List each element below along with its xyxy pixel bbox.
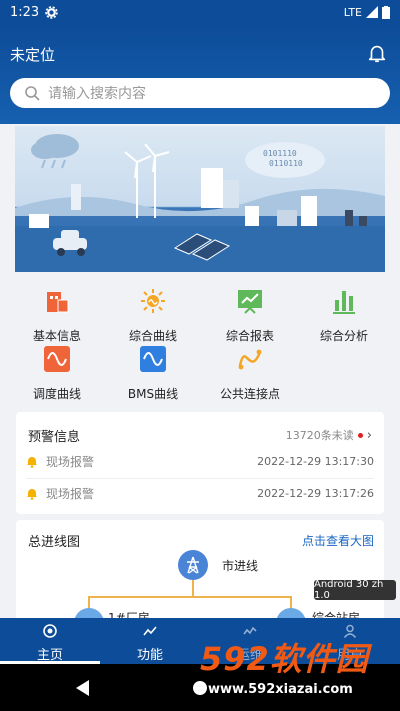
function-bms-curve[interactable]: BMS曲线 [103,346,203,401]
tab-functions[interactable]: 功能 [100,618,200,664]
rain-cloud-icon [31,134,79,169]
bell-alert-icon [27,488,37,500]
status-time: 1:23 [10,4,40,20]
alert-time: 2022-12-29 13:17:26 [257,486,374,500]
home-aperture-icon [43,624,57,638]
search-placeholder: 请输入搜索内容 [48,86,146,102]
search-input[interactable]: 请输入搜索内容 [10,78,390,108]
function-dispatch-curve[interactable]: 调度曲线 [7,346,107,401]
network-type: LTE [343,5,362,19]
function-label: 综合曲线 [128,329,177,343]
diagram-title: 总进线图 [28,535,81,550]
tab-label: 主页 [36,648,63,663]
bar-chart-icon [333,291,355,314]
function-overall-report[interactable]: 综合报表 [200,288,300,343]
connector-line [192,580,194,596]
node-label: 市进线 [222,559,259,573]
gear-icon [45,5,58,19]
alert-text: 现场报警 [46,454,95,469]
alert-unread-link[interactable]: 13720条未读 › [286,427,372,443]
unread-dot [357,432,363,438]
smart-city-illustration: 0101110 0110110 [15,134,385,272]
function-overall-curve[interactable]: 综合曲线 [103,288,203,343]
report-chart-icon [238,290,262,314]
function-grid: 基本信息 综合曲线 综合报表 综合分析 调度曲线 BMS曲线 公共连接点 [0,286,400,402]
function-label: 调度曲线 [32,387,81,401]
function-overall-analysis[interactable]: 综合分析 [294,288,394,343]
tab-label: 功能 [136,648,163,663]
back-icon[interactable] [76,680,89,696]
incoming-line-diagram-card: 总进线图 点击查看大图 市进线 1#厂房 综合站房 [16,520,384,620]
bms-wave-icon [140,346,166,372]
alert-unread-count: 13720条未读 [285,429,354,442]
function-basic-info[interactable]: 基本信息 [7,288,107,343]
banner-digits-1: 0101110 [263,149,297,158]
search-icon [25,86,40,101]
watermark-url: www.592xiazai.com [208,682,353,697]
watermark: 592软件园 www.592xiazai.com [200,634,396,708]
building-info-icon [47,292,69,313]
alert-text: 现场报警 [46,486,95,501]
function-label: 公共连接点 [219,387,280,401]
bell-alert-icon [27,456,37,468]
signal-icon [366,6,378,18]
watermark-brand: 592软件园 [200,640,369,678]
power-tower-icon [187,556,199,574]
chart-line-icon [143,626,157,636]
battery-icon [382,5,390,19]
wave-icon [44,346,70,372]
version-tag: Android 30 zh 1.0 [314,579,396,601]
tab-home[interactable]: 主页 [0,618,100,664]
function-common-connection[interactable]: 公共连接点 [200,346,300,401]
divider [26,478,374,479]
function-label: 基本信息 [32,329,81,343]
function-label: BMS曲线 [127,387,179,401]
view-large-diagram-link[interactable]: 点击查看大图 [302,532,374,549]
banner-illustration: 0101110 0110110 [15,126,385,272]
alert-title: 预警信息 [28,430,81,445]
banner-digits-2: 0110110 [269,159,303,168]
alert-row[interactable]: 现场报警 2022-12-29 13:17:26 [26,481,374,505]
sun-curve-icon [141,289,165,313]
app-header: 未定位 请输入搜索内容 [0,24,400,124]
city-incoming-node[interactable] [178,550,208,580]
function-label: 综合分析 [319,329,368,343]
bell-icon[interactable] [366,42,388,64]
alert-time: 2022-12-29 13:17:30 [257,454,374,468]
function-label: 综合报表 [225,329,274,343]
alert-row[interactable]: 现场报警 2022-12-29 13:17:30 [26,449,374,473]
alert-card: 预警信息 13720条未读 › 现场报警 2022-12-29 13:17:30… [16,412,384,514]
location-label[interactable]: 未定位 [10,44,55,65]
connection-point-icon [238,349,262,370]
status-bar: 1:23 LTE [0,0,400,24]
chevron-right-icon: › [366,427,372,443]
connector-line [88,596,292,598]
